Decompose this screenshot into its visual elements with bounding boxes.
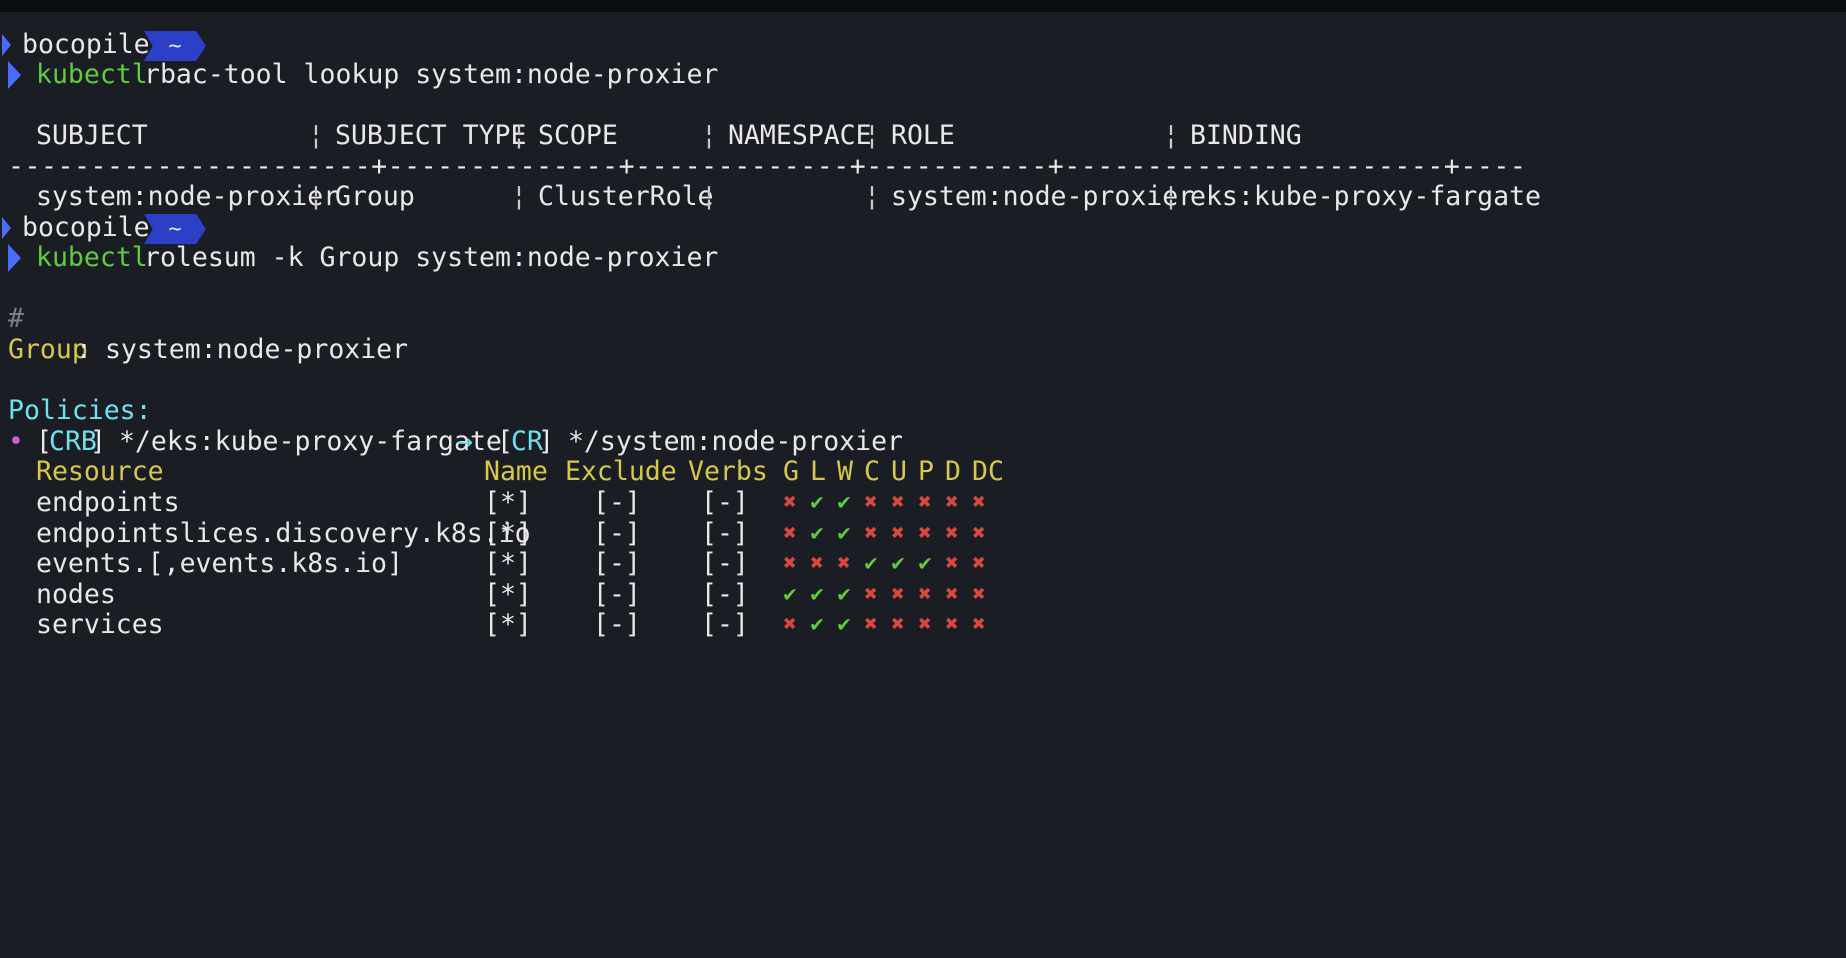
input-caret-icon xyxy=(8,244,21,272)
policy-table-row: services [*] [-] [-] ✖ ✔ ✔ ✖ ✖ ✖ ✖ ✖ xyxy=(0,607,1846,643)
denied-cross-icon: ✖ xyxy=(864,612,878,637)
denied-cross-icon: ✖ xyxy=(891,612,905,637)
rbac-table-row: system:node-proxier ¦ Group ¦ ClusterRol… xyxy=(0,179,1846,215)
cell-binding: eks:kube-proxy-fargate xyxy=(1190,181,1541,212)
denied-cross-icon: ✖ xyxy=(945,612,959,637)
command-name: kubectl xyxy=(36,242,148,273)
command-line: kubectl rbac-tool lookup system:node-pro… xyxy=(0,57,718,93)
prompt-caret-icon xyxy=(2,34,11,56)
col-separator: ¦ xyxy=(308,181,324,212)
cell-subject-type: Group xyxy=(335,181,415,212)
col-separator: ¦ xyxy=(701,181,717,212)
denied-cross-icon: ✖ xyxy=(972,612,986,637)
verbs-cell: [-] xyxy=(701,609,749,640)
terminal-title-bar xyxy=(0,0,1846,12)
cell-scope: ClusterRole xyxy=(538,181,714,212)
denied-cross-icon: ✖ xyxy=(783,612,797,637)
subject-name: system:node-proxier xyxy=(89,334,409,365)
col-separator: ¦ xyxy=(511,181,527,212)
cell-role: system:node-proxier xyxy=(891,181,1195,212)
rolesum-subject-line: Group : system:node-proxier xyxy=(0,332,408,368)
command-line: kubectl rolesum -k Group system:node-pro… xyxy=(0,240,718,276)
col-separator: ¦ xyxy=(864,181,880,212)
input-caret-icon xyxy=(8,61,21,89)
name-cell: [*] xyxy=(484,609,532,640)
denied-cross-icon: ✖ xyxy=(918,612,932,637)
prompt-caret-icon xyxy=(2,217,11,239)
col-separator: ¦ xyxy=(1163,181,1179,212)
exclude-cell: [-] xyxy=(593,609,641,640)
resource-cell: services xyxy=(36,609,164,640)
allowed-check-icon: ✔ xyxy=(837,612,851,637)
command-args: rolesum -k Group system:node-proxier xyxy=(144,242,719,273)
allowed-check-icon: ✔ xyxy=(810,612,824,637)
command-name: kubectl xyxy=(36,59,148,90)
command-args: rbac-tool lookup system:node-proxier xyxy=(144,59,719,90)
